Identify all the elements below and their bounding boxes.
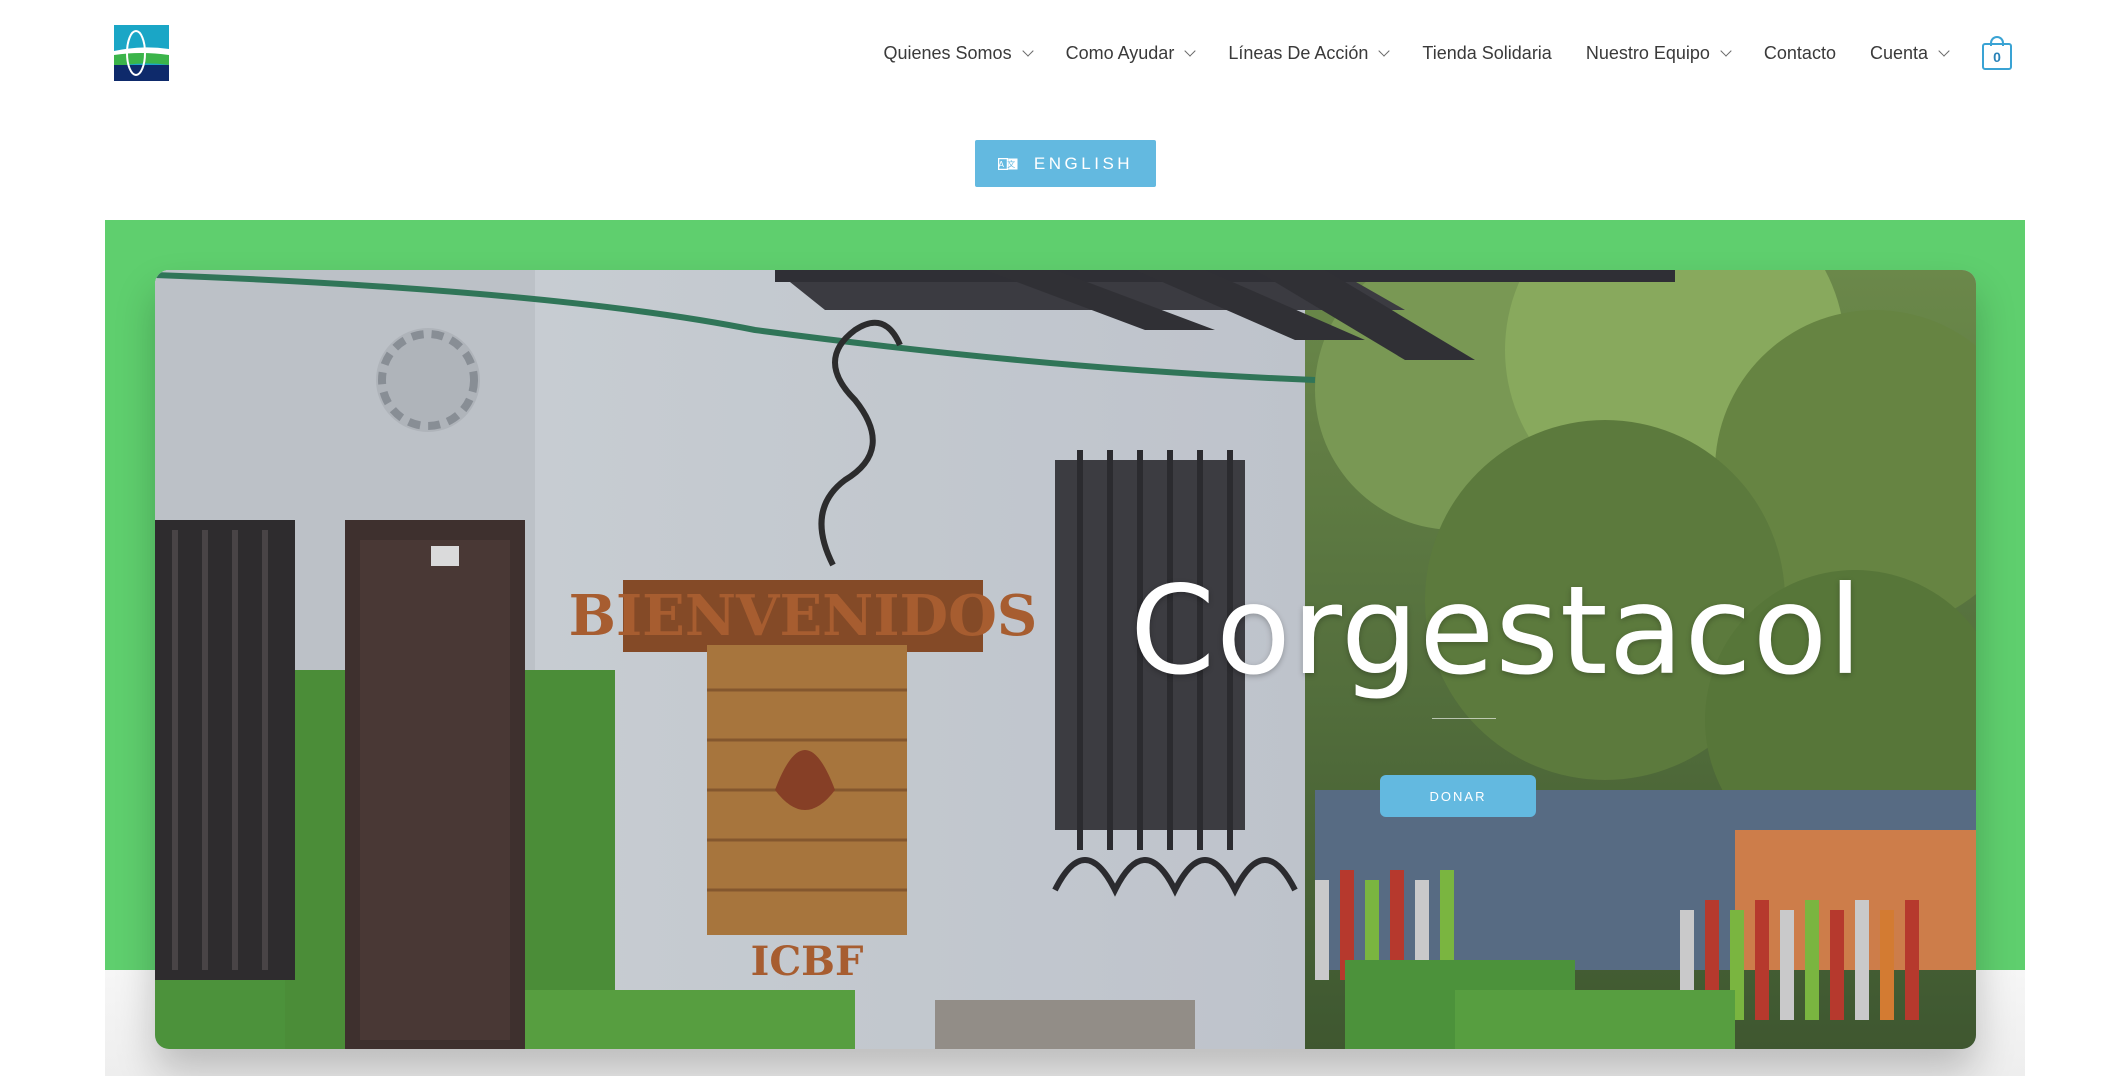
english-button-label: ENGLISH — [1033, 153, 1134, 173]
nav-item-como-ayudar[interactable]: Como Ayudar — [1065, 42, 1196, 64]
hero-divider — [1432, 718, 1496, 719]
nav-item-lineas-de-accion[interactable]: Líneas De Acción — [1228, 42, 1391, 64]
hero-title: Corgestacol — [1130, 560, 1864, 702]
svg-text:文: 文 — [1007, 159, 1018, 169]
nav-item-tienda-solidaria[interactable]: Tienda Solidaria — [1422, 43, 1551, 64]
nav-item-nuestro-equipo[interactable]: Nuestro Equipo — [1585, 42, 1732, 64]
nav-item-contacto[interactable]: Contacto — [1764, 43, 1836, 64]
nav-label: Quienes Somos — [883, 42, 1012, 63]
chevron-down-icon — [1021, 44, 1034, 57]
nav-label: Tienda Solidaria — [1422, 42, 1552, 63]
donate-button[interactable]: DONAR — [1380, 775, 1536, 817]
main-nav: Quienes Somos Como Ayudar Líneas De Acci… — [883, 30, 2012, 76]
site-logo[interactable] — [114, 25, 169, 81]
cart-button[interactable]: 0 — [1982, 36, 2012, 70]
english-language-button[interactable]: A 文 ENGLISH — [975, 140, 1156, 187]
svg-text:A: A — [998, 160, 1007, 169]
chevron-down-icon — [1720, 44, 1732, 57]
nav-label: Líneas De Acción — [1228, 42, 1369, 63]
nav-item-quienes-somos[interactable]: Quienes Somos — [883, 42, 1034, 64]
nav-label: Cuenta — [1869, 42, 1928, 63]
chevron-down-icon — [1938, 44, 1950, 57]
nav-label: Como Ayudar — [1065, 42, 1175, 63]
corgestacol-logo-icon — [114, 25, 169, 81]
nav-item-cuenta[interactable]: Cuenta — [1869, 42, 1950, 64]
nav-label: Nuestro Equipo — [1585, 42, 1710, 63]
hero-banner: BIENVENIDOS ICBF Corgestacol DONAR — [155, 270, 1976, 1049]
nav-label: Contacto — [1763, 42, 1836, 63]
language-icon: A 文 — [997, 157, 1018, 170]
cart-count: 0 — [1982, 43, 2012, 70]
site-header: Quienes Somos Como Ayudar Líneas De Acci… — [0, 0, 2127, 108]
chevron-down-icon — [1184, 44, 1196, 57]
chevron-down-icon — [1378, 44, 1391, 57]
